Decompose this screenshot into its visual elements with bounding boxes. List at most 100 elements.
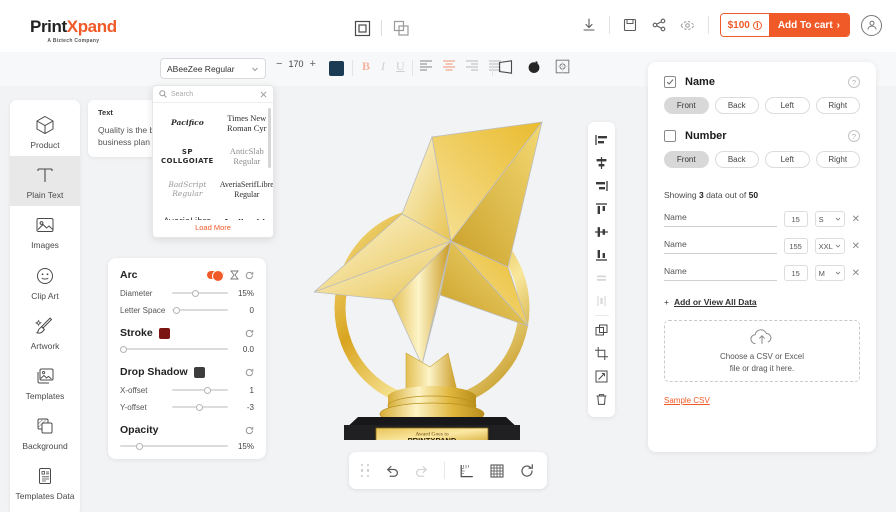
drop-shadow-reset-icon[interactable]: [245, 368, 254, 377]
sidebar-item-templates[interactable]: Templates: [10, 357, 80, 407]
x-offset-slider[interactable]: [172, 385, 228, 395]
font-option[interactable]: AveriaLibre: [159, 207, 216, 220]
reset-canvas-icon[interactable]: [519, 463, 535, 479]
align-middle-icon[interactable]: [588, 220, 615, 243]
font-option[interactable]: BadScript Regular: [159, 174, 216, 205]
row-remove-icon[interactable]: ✕: [852, 241, 860, 252]
gold-star-trophy[interactable]: Award Goes to PRINTXPAND: [280, 95, 580, 440]
sidebar-item-clip-art[interactable]: Clip Art: [10, 257, 80, 307]
share-icon[interactable]: [650, 16, 668, 34]
number-side-right[interactable]: Right: [816, 151, 861, 168]
distribute-horizontal-icon[interactable]: [588, 266, 615, 289]
row-number-input[interactable]: 15: [784, 211, 808, 227]
row-number-input[interactable]: 155: [784, 238, 808, 254]
y-offset-slider[interactable]: [172, 402, 228, 412]
redo-button[interactable]: [414, 463, 430, 479]
name-side-right[interactable]: Right: [816, 97, 861, 114]
preview-icon[interactable]: [679, 16, 697, 34]
drop-shadow-color-swatch[interactable]: [194, 367, 205, 378]
number-checkbox-group[interactable]: Number: [664, 130, 727, 142]
font-option[interactable]: Times New Roman Cyr: [218, 108, 273, 139]
name-side-left[interactable]: Left: [765, 97, 810, 114]
row-name-input[interactable]: Name: [664, 212, 777, 227]
font-option[interactable]: AnticSlab Regular: [218, 141, 273, 172]
sample-csv-link[interactable]: Sample CSV: [664, 396, 860, 405]
font-option[interactable]: SP COLLGOIATE: [159, 141, 216, 172]
distribute-vertical-icon[interactable]: [588, 289, 615, 312]
underline-button[interactable]: U: [396, 59, 405, 74]
row-remove-icon[interactable]: ✕: [852, 268, 860, 279]
font-size-decrease[interactable]: −: [276, 58, 282, 70]
number-checkbox[interactable]: [664, 130, 676, 142]
align-right-icon[interactable]: [588, 174, 615, 197]
price-display[interactable]: $100 i: [721, 14, 769, 36]
opacity-slider[interactable]: [120, 441, 228, 451]
user-avatar-icon[interactable]: [861, 15, 882, 36]
font-family-select[interactable]: ABeeZee Regular: [160, 58, 266, 79]
name-checkbox-group[interactable]: Name: [664, 76, 715, 88]
name-help-icon[interactable]: ?: [848, 76, 860, 88]
font-option[interactable]: AveriaSerifLibre Regular: [218, 174, 273, 205]
arc-reset-icon[interactable]: [245, 271, 254, 280]
mirror-icon[interactable]: [230, 270, 239, 280]
font-search-input[interactable]: Search: [171, 91, 256, 98]
font-option[interactable]: Pacifico: [159, 108, 216, 139]
bold-button[interactable]: B: [362, 59, 370, 74]
ruler-icon[interactable]: [459, 463, 475, 479]
font-list-scrollbar[interactable]: [268, 108, 271, 168]
design-canvas[interactable]: Award Goes to PRINTXPAND: [280, 95, 580, 440]
add-or-view-all-data-link[interactable]: + Add or View All Data: [664, 297, 860, 307]
duplicate-icon[interactable]: [588, 319, 615, 342]
drag-handle-icon[interactable]: [361, 464, 370, 477]
font-search-row[interactable]: Search: [153, 86, 273, 103]
stroke-color-swatch[interactable]: [159, 328, 170, 339]
sidebar-item-images[interactable]: Images: [10, 206, 80, 256]
price-info-icon[interactable]: i: [753, 21, 762, 30]
sidebar-item-background[interactable]: Background: [10, 407, 80, 457]
align-top-icon[interactable]: [588, 197, 615, 220]
arc-toggle[interactable]: [207, 271, 224, 279]
font-list[interactable]: Pacifico Times New Roman Cyr SP COLLGOIA…: [153, 103, 273, 220]
grid-icon[interactable]: [489, 463, 505, 479]
sidebar-item-product[interactable]: Product: [10, 106, 80, 156]
stroke-slider[interactable]: [120, 344, 228, 354]
add-to-cart-button[interactable]: Add To cart ›: [769, 14, 849, 36]
name-side-front[interactable]: Front: [664, 97, 709, 114]
resize-icon[interactable]: [588, 365, 615, 388]
sidebar-item-artwork[interactable]: Artwork: [10, 307, 80, 357]
text-color-swatch[interactable]: [329, 61, 344, 76]
font-size-value[interactable]: 170: [288, 59, 303, 69]
transform-icon[interactable]: [555, 59, 570, 74]
save-icon[interactable]: [621, 16, 639, 34]
align-right-button[interactable]: [466, 60, 478, 71]
name-checkbox[interactable]: [664, 76, 676, 88]
row-name-input[interactable]: Name: [664, 239, 777, 254]
number-side-left[interactable]: Left: [765, 151, 810, 168]
row-name-input[interactable]: Name: [664, 266, 777, 281]
crop-icon[interactable]: [588, 342, 615, 365]
font-size-increase[interactable]: +: [309, 58, 315, 70]
row-size-select[interactable]: XXL: [815, 238, 845, 254]
sidebar-item-templates-data[interactable]: Templates Data: [10, 457, 80, 507]
stroke-reset-icon[interactable]: [245, 329, 254, 338]
brand-logo[interactable]: PrintXpand A Biztech Company: [30, 18, 117, 44]
opacity-reset-icon[interactable]: [245, 426, 254, 435]
delete-icon[interactable]: [588, 388, 615, 411]
number-help-icon[interactable]: ?: [848, 130, 860, 142]
letter-space-slider[interactable]: [172, 305, 228, 315]
fill-color-icon[interactable]: [527, 60, 541, 74]
sidebar-item-plain-text[interactable]: Plain Text: [10, 156, 80, 206]
csv-dropzone[interactable]: Choose a CSV or Excel file or drag it he…: [664, 320, 860, 382]
row-size-select[interactable]: S: [815, 211, 845, 227]
font-option[interactable]: Audiowide: [218, 207, 273, 220]
italic-button[interactable]: I: [381, 59, 385, 74]
load-more-fonts-link[interactable]: Load More: [153, 220, 273, 237]
align-center-horizontal-icon[interactable]: [588, 151, 615, 174]
perspective-icon[interactable]: [498, 60, 513, 74]
row-number-input[interactable]: 15: [784, 265, 808, 281]
download-icon[interactable]: [580, 16, 598, 34]
front-view-icon[interactable]: [352, 18, 372, 38]
name-side-back[interactable]: Back: [715, 97, 760, 114]
align-left-button[interactable]: [420, 60, 432, 71]
row-size-select[interactable]: M: [815, 265, 845, 281]
